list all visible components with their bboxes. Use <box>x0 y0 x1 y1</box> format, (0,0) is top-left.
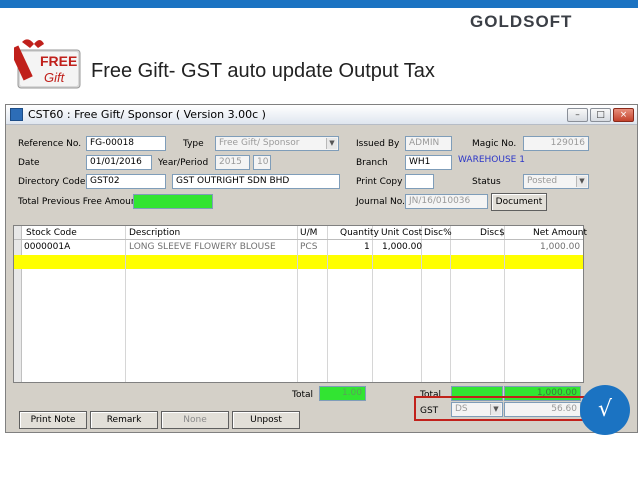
prev-free-field[interactable] <box>133 194 213 209</box>
col-description[interactable]: Description <box>129 228 180 241</box>
gst-highlight-box <box>414 396 592 421</box>
slide-title: Free Gift- GST auto update Output Tax <box>91 60 435 82</box>
directory-name-field[interactable]: GST OUTRIGHT SDN BHD <box>172 174 340 189</box>
status-value: Posted <box>527 176 558 186</box>
maximize-button[interactable]: □ <box>590 108 611 122</box>
col-net-amount[interactable]: Net Amount <box>533 228 587 241</box>
cell-stock-code: 0000001A <box>24 242 71 252</box>
total-qty-field: 1.00 <box>319 386 366 401</box>
total-qty-label: Total <box>292 390 314 400</box>
status-select[interactable]: Posted ▼ <box>523 174 589 189</box>
col-unit-cost[interactable]: Unit Cost <box>381 228 422 241</box>
chevron-down-icon[interactable]: ▼ <box>326 138 337 149</box>
prev-free-label: Total Previous Free Amount <box>18 197 141 207</box>
print-note-button[interactable]: Print Note <box>19 411 87 429</box>
svg-text:FREE: FREE <box>40 53 77 69</box>
reference-field[interactable]: FG-00018 <box>86 136 166 151</box>
type-select[interactable]: Free Gift/ Sponsor ▼ <box>215 136 339 151</box>
chevron-down-icon[interactable]: ▼ <box>576 176 587 187</box>
branch-field[interactable]: WH1 <box>405 155 452 170</box>
reference-label: Reference No. <box>18 139 82 149</box>
check-mark-icon: √ <box>580 385 630 435</box>
cell-um: PCS <box>300 242 318 252</box>
selected-row-highlight <box>14 255 583 269</box>
type-value: Free Gift/ Sponsor <box>219 138 300 148</box>
close-button[interactable]: × <box>613 108 634 122</box>
free-gift-icon: FREE Gift <box>14 39 81 89</box>
col-stock-code[interactable]: Stock Code <box>26 228 77 241</box>
period-field[interactable]: 10 <box>253 155 271 170</box>
print-copy-field[interactable] <box>405 174 434 189</box>
cell-quantity: 1 <box>364 242 370 252</box>
magic-no-label: Magic No. <box>472 139 517 149</box>
branch-name: WAREHOUSE 1 <box>458 155 525 165</box>
grid-scrollbar[interactable] <box>14 226 22 382</box>
none-button[interactable]: None <box>161 411 229 429</box>
cell-net-amount: 1,000.00 <box>540 242 581 252</box>
window-title: CST60 : Free Gift/ Sponsor ( Version 3.0… <box>28 108 266 121</box>
print-copy-label: Print Copy <box>356 177 403 187</box>
svg-text:Gift: Gift <box>44 70 66 85</box>
slide-top-bar <box>0 0 638 8</box>
remark-button[interactable]: Remark <box>90 411 158 429</box>
app-icon <box>10 108 23 121</box>
magic-no-field[interactable]: 129016 <box>523 136 589 151</box>
type-label: Type <box>183 139 204 149</box>
issued-by-field[interactable]: ADMIN <box>405 136 452 151</box>
col-disc-pct[interactable]: Disc% <box>424 228 452 241</box>
items-grid: Stock Code Description U/M Quantity Unit… <box>13 225 587 383</box>
date-label: Date <box>18 158 40 168</box>
goldsoft-logo: GOLDSOFT <box>470 12 573 31</box>
branch-label: Branch <box>356 158 388 168</box>
date-field[interactable]: 01/01/2016 <box>86 155 152 170</box>
free-gift-window: CST60 : Free Gift/ Sponsor ( Version 3.0… <box>5 104 638 433</box>
year-field[interactable]: 2015 <box>215 155 250 170</box>
col-quantity[interactable]: Quantity <box>340 228 379 241</box>
document-button[interactable]: Document <box>491 193 547 211</box>
directory-code-field[interactable]: GST02 <box>86 174 166 189</box>
status-label: Status <box>472 177 501 187</box>
journal-field[interactable]: JN/16/010036 <box>405 194 488 209</box>
col-um[interactable]: U/M <box>300 228 317 241</box>
cell-unit-cost: 1,000.00 <box>382 242 423 252</box>
directory-code-label: Directory Code <box>18 177 86 187</box>
window-titlebar[interactable]: CST60 : Free Gift/ Sponsor ( Version 3.0… <box>6 105 637 125</box>
journal-label: Journal No. <box>356 197 405 207</box>
col-disc-amt[interactable]: Disc$ <box>480 228 505 241</box>
year-period-label: Year/Period <box>158 158 209 168</box>
issued-by-label: Issued By <box>356 139 400 149</box>
cell-description: LONG SLEEVE FLOWERY BLOUSE <box>129 242 276 252</box>
unpost-button[interactable]: Unpost <box>232 411 300 429</box>
minimize-button[interactable]: – <box>567 108 588 122</box>
